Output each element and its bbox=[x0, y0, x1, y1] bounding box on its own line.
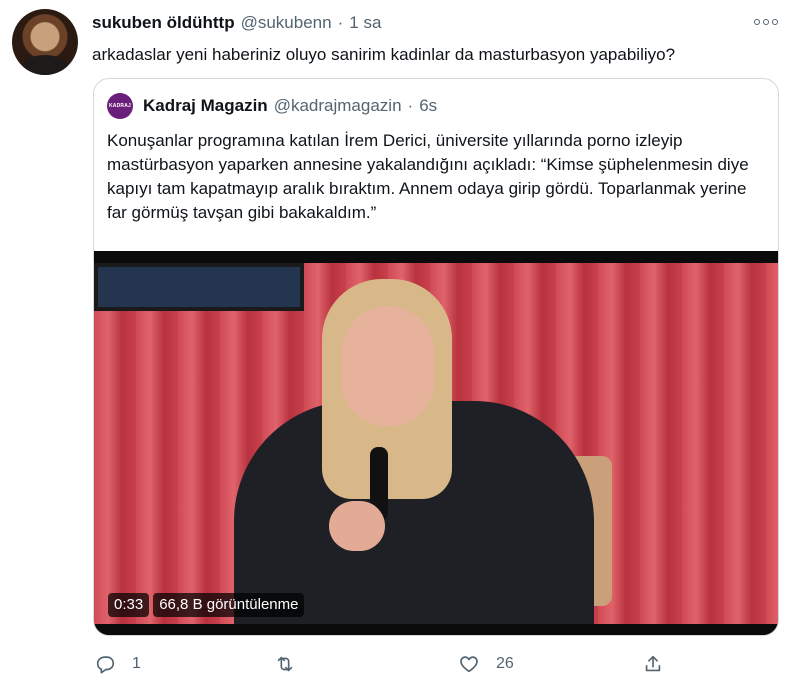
tweet-timestamp[interactable]: 1 sa bbox=[349, 13, 381, 33]
reply-count: 1 bbox=[132, 655, 141, 672]
quoted-tweet-header: KADRAJ Kadraj Magazin @kadrajmagazin · 6… bbox=[107, 93, 437, 119]
video-letterbox-top bbox=[94, 251, 778, 263]
like-button[interactable]: 26 bbox=[458, 650, 514, 678]
video-person-face bbox=[342, 306, 434, 426]
video-person-hand bbox=[329, 501, 385, 551]
quoted-display-name[interactable]: Kadraj Magazin bbox=[143, 96, 268, 116]
tweet-text: arkadaslar yeni haberiniz oluyo sanirim … bbox=[92, 45, 676, 64]
reply-icon bbox=[96, 656, 115, 674]
quoted-tweet-timestamp[interactable]: 6s bbox=[419, 96, 437, 116]
separator-dot: · bbox=[337, 13, 344, 32]
display-name[interactable]: sukuben öldühttp bbox=[92, 13, 235, 33]
tweet-actions: 1 26 bbox=[92, 650, 682, 678]
quoted-user-handle[interactable]: @kadrajmagazin bbox=[274, 96, 402, 116]
retweet-icon bbox=[277, 656, 293, 672]
video-letterbox-bottom bbox=[94, 624, 778, 635]
quoted-tweet-text: Konuşanlar programına katılan İrem Deric… bbox=[107, 131, 749, 222]
like-icon bbox=[460, 656, 478, 673]
share-icon bbox=[645, 655, 661, 672]
reply-button[interactable]: 1 bbox=[94, 650, 141, 678]
user-handle[interactable]: @sukubenn bbox=[241, 13, 332, 33]
video-badges: 0:33 66,8 B görüntülenme bbox=[108, 593, 305, 617]
share-button[interactable] bbox=[642, 650, 664, 678]
more-options-icon[interactable] bbox=[754, 14, 778, 30]
tweet[interactable]: sukuben öldühttp @sukubenn · 1 sa arkada… bbox=[0, 0, 793, 693]
video-duration-badge: 0:33 bbox=[108, 593, 150, 617]
user-avatar[interactable] bbox=[12, 9, 78, 75]
tweet-header: sukuben öldühttp @sukubenn · 1 sa bbox=[92, 12, 381, 34]
separator-dot: · bbox=[407, 96, 414, 115]
quoted-user-avatar[interactable]: KADRAJ bbox=[107, 93, 133, 119]
quoted-tweet[interactable]: KADRAJ Kadraj Magazin @kadrajmagazin · 6… bbox=[93, 78, 779, 636]
like-count: 26 bbox=[496, 655, 514, 672]
video-player[interactable]: 0:33 66,8 B görüntülenme bbox=[94, 251, 778, 635]
video-views-badge: 66,8 B görüntülenme bbox=[153, 593, 305, 617]
video-tv-screen bbox=[94, 263, 304, 311]
retweet-button[interactable] bbox=[274, 650, 312, 678]
